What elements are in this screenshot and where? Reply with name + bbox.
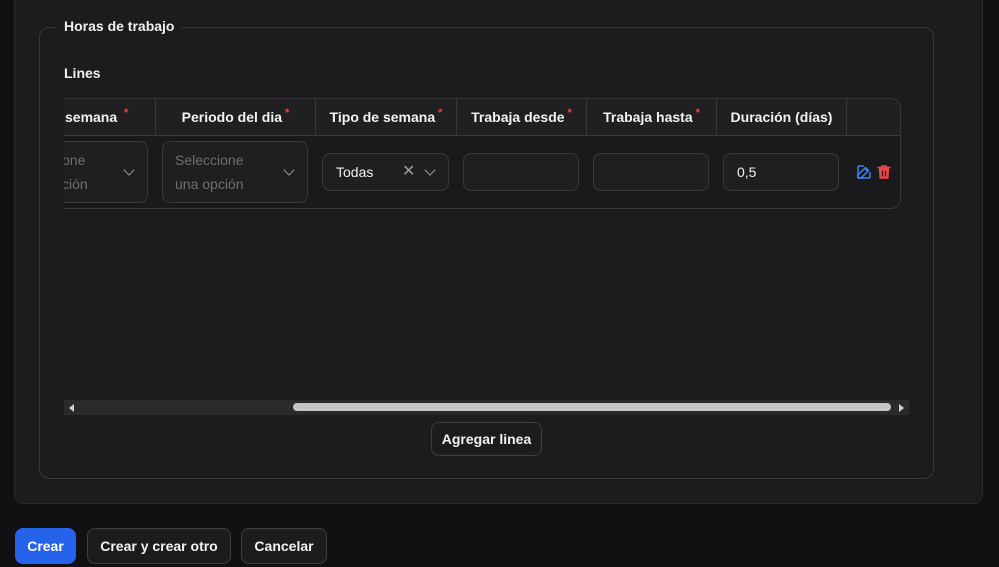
column-header-works-from: Trabaja desde *: [457, 99, 587, 136]
column-header-day: semana *: [64, 99, 156, 136]
column-header-duration-label: Duración (días): [730, 109, 833, 125]
trash-icon[interactable]: [875, 163, 893, 181]
duration-input[interactable]: 0,5: [723, 153, 839, 191]
day-select-placeholder-line1: one: [64, 152, 86, 168]
lines-label: Lines: [64, 65, 101, 81]
edit-icon[interactable]: [855, 163, 873, 181]
add-line-button[interactable]: Agregar linea: [431, 422, 542, 456]
chevron-down-icon: [424, 164, 436, 176]
lines-table: semana * Periodo del dia * Tipo de semana *…: [64, 98, 901, 209]
week-type-value: Todas: [336, 164, 374, 180]
column-header-duration: Duración (días): [717, 99, 847, 136]
column-header-works-until: Trabaja hasta *: [587, 99, 717, 136]
column-header-period-label: Periodo del dia: [181, 109, 283, 125]
day-of-week-select[interactable]: one ción: [64, 141, 148, 203]
column-header-works-until-label: Trabaja hasta: [603, 109, 693, 125]
chevron-down-icon: [283, 164, 295, 176]
week-type-select[interactable]: Todas ✕: [322, 153, 449, 191]
create-button[interactable]: Crear: [15, 528, 76, 564]
scroll-right-icon[interactable]: [899, 404, 904, 412]
period-select-placeholder-line2: una opción: [175, 176, 244, 192]
required-mark: *: [695, 107, 700, 119]
day-select-placeholder-line2: ción: [64, 176, 88, 192]
column-header-day-label: semana: [65, 109, 118, 125]
scrollbar-thumb[interactable]: [293, 403, 891, 411]
column-header-week-type-label: Tipo de semana: [329, 109, 436, 125]
table-viewport: semana * Periodo del dia * Tipo de semana *…: [64, 98, 902, 209]
column-header-week-type: Tipo de semana *: [316, 99, 457, 136]
clear-icon[interactable]: ✕: [402, 160, 415, 184]
fieldset-legend: Horas de trabajo: [56, 18, 183, 34]
required-mark: *: [438, 107, 443, 119]
required-mark: *: [124, 107, 129, 119]
horizontal-scrollbar[interactable]: [64, 400, 909, 415]
table-header: semana * Periodo del dia * Tipo de semana *…: [64, 99, 900, 136]
required-mark: *: [567, 107, 572, 119]
column-header-works-from-label: Trabaja desde: [471, 109, 565, 125]
scroll-left-icon[interactable]: [69, 404, 74, 412]
works-from-input[interactable]: [463, 153, 579, 191]
works-until-input[interactable]: [593, 153, 709, 191]
column-header-period: Periodo del dia *: [156, 99, 316, 136]
required-mark: *: [285, 107, 290, 119]
period-select-placeholder-line1: Seleccione: [175, 152, 244, 168]
create-another-button[interactable]: Crear y crear otro: [87, 528, 231, 564]
cancel-button[interactable]: Cancelar: [241, 528, 327, 564]
period-select[interactable]: Seleccione una opción: [162, 141, 308, 203]
